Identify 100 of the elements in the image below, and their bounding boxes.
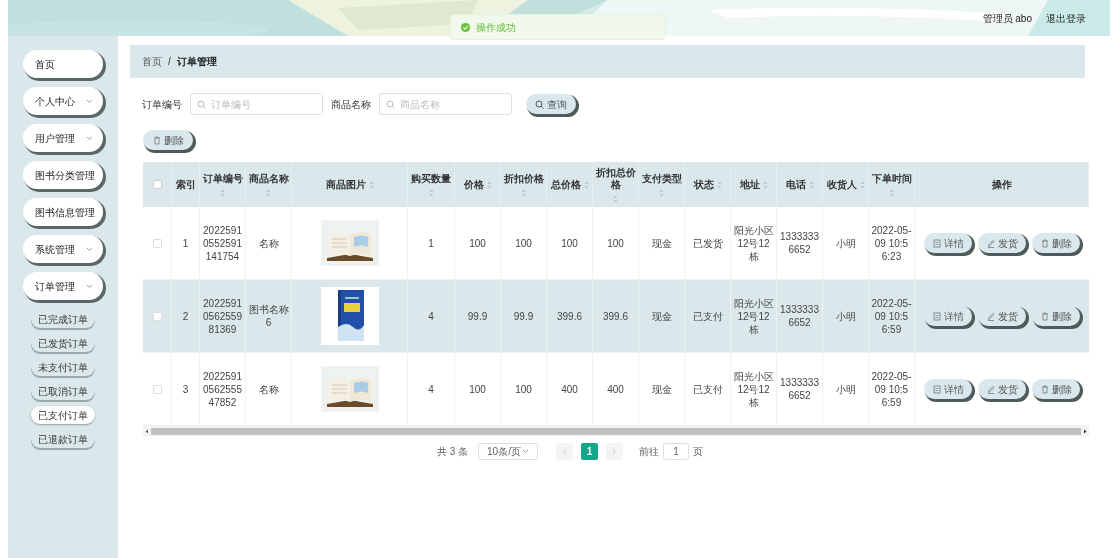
table-cell: 已支付 <box>692 382 723 396</box>
chevron-down-icon <box>522 449 530 454</box>
column-header: 状态 <box>693 178 714 191</box>
toast-text: 操作成功 <box>476 20 516 35</box>
table-cell: 13333336652 <box>779 303 820 329</box>
column-header: 收货人 <box>826 178 857 191</box>
column-header: 总价格 <box>550 178 581 191</box>
table-cell: 2022-05-09 10:56:59 <box>871 369 912 409</box>
column-header: 地址 <box>739 178 760 191</box>
search-icon <box>386 100 395 109</box>
table-cell: 4 <box>428 309 434 323</box>
pen-icon <box>986 238 995 248</box>
table-cell: 已发货 <box>692 236 723 250</box>
page-size-select[interactable]: 10条/页 <box>478 443 539 460</box>
table-cell: 小明 <box>835 382 856 396</box>
action-button[interactable]: 删除 <box>1032 233 1080 253</box>
table-cell: 100 <box>561 236 578 250</box>
action-button[interactable]: 删除 <box>1032 306 1080 326</box>
checkbox[interactable] <box>152 384 162 394</box>
column-header: 索引 <box>175 178 196 191</box>
page-input[interactable]: 1 <box>663 443 690 460</box>
column-header: 支付类型 <box>641 172 682 185</box>
table-cell: 2022591056255981369 <box>202 296 243 336</box>
action-button[interactable]: 详情 <box>924 379 972 399</box>
scroll-right-icon <box>1083 428 1087 434</box>
table-cell: 400 <box>607 382 624 396</box>
table-cell: 99.9 <box>513 309 534 323</box>
column-header: 折扣价格 <box>503 172 544 185</box>
breadcrumb-link[interactable]: 订单管理 <box>176 54 217 69</box>
table-cell: 4 <box>428 382 434 396</box>
table-cell: 小明 <box>835 236 856 250</box>
table-cell: 99.9 <box>467 309 488 323</box>
search-icon <box>535 99 544 109</box>
column-header: 价格 <box>463 178 484 191</box>
pen-icon <box>986 311 995 321</box>
table-cell: 阳光小区12号12栋 <box>733 296 774 336</box>
document-icon <box>932 238 941 248</box>
table-cell: 小明 <box>835 309 856 323</box>
column-header: 商品图片 <box>325 178 366 191</box>
trash-icon <box>1040 238 1049 248</box>
column-header: 电话 <box>785 178 806 191</box>
table-cell: 13333336652 <box>779 230 820 256</box>
field-label: 商品名称 <box>331 97 371 112</box>
table-cell: 现金 <box>651 309 672 323</box>
sidebar-item[interactable]: 个人中心 <box>23 87 103 115</box>
checkbox[interactable] <box>152 311 162 321</box>
action-button[interactable]: 发货 <box>978 306 1026 326</box>
table-cell: 2 <box>182 309 189 323</box>
table-cell: 100 <box>515 382 532 396</box>
sidebar-item[interactable]: 首页 <box>23 50 103 78</box>
goto-label: 前往 <box>639 445 660 459</box>
column-header: 商品名称 <box>248 172 289 185</box>
checkbox[interactable] <box>152 238 162 248</box>
action-button[interactable]: 删除 <box>1032 379 1080 399</box>
table-cell: 20225910552591141754 <box>202 223 243 263</box>
scroll-left-icon <box>145 428 149 434</box>
chevron-right-icon <box>612 448 618 455</box>
trash-icon <box>152 135 161 145</box>
column-header: 订单编号 <box>202 172 243 185</box>
table-cell: 400 <box>561 382 578 396</box>
pen-icon <box>986 384 995 394</box>
action-button[interactable]: 详情 <box>924 233 972 253</box>
table-cell: 2022-05-09 10:56:23 <box>871 223 912 263</box>
success-icon <box>461 22 470 32</box>
table-cell: 现金 <box>651 382 672 396</box>
horizontal-scrollbar[interactable] <box>143 426 1089 436</box>
table-cell: 2022-05-09 10:56:59 <box>871 296 912 336</box>
search-icon <box>197 100 206 109</box>
sidebar-item[interactable]: 订单管理 <box>23 272 103 300</box>
action-button[interactable]: 发货 <box>978 379 1026 399</box>
sidebar-item[interactable]: 用户管理 <box>23 124 103 152</box>
action-button[interactable]: 详情 <box>924 306 972 326</box>
action-button[interactable]: 发货 <box>978 233 1026 253</box>
trash-icon <box>1040 311 1049 321</box>
prev-page-button[interactable] <box>556 443 574 460</box>
search-button[interactable]: 查询 <box>526 94 576 114</box>
user-label: 管理员 abo <box>982 11 1032 26</box>
table-cell: 2022591056255547852 <box>202 369 243 409</box>
delete-button[interactable]: 删除 <box>143 130 193 150</box>
sidebar-item[interactable]: 图书分类管理 <box>23 161 103 189</box>
next-page-button[interactable] <box>606 443 624 460</box>
table-cell: 399.6 <box>557 309 582 323</box>
table-cell: 1 <box>182 236 189 250</box>
sidebar-item[interactable]: 图书信息管理 <box>23 198 103 226</box>
table-cell: 100 <box>469 382 486 396</box>
column-header: 折扣总价格 <box>595 166 636 191</box>
field-label: 订单编号 <box>142 97 182 112</box>
table-cell: 100 <box>469 236 486 250</box>
checkbox[interactable] <box>152 180 162 189</box>
breadcrumb-link[interactable]: 首页 <box>142 54 162 69</box>
table-cell: 名称 <box>258 236 279 250</box>
sidebar-item[interactable]: 系统管理 <box>23 235 103 263</box>
sidebar-subitem[interactable]: 已支付订单 <box>31 406 95 424</box>
table-cell: 现金 <box>651 236 672 250</box>
table-cell: 100 <box>607 236 624 250</box>
document-icon <box>932 311 941 321</box>
page-suffix: 页 <box>693 445 704 459</box>
table-cell: 399.6 <box>603 309 628 323</box>
column-header: 购买数量 <box>411 172 451 185</box>
table-cell: 1 <box>428 236 434 250</box>
